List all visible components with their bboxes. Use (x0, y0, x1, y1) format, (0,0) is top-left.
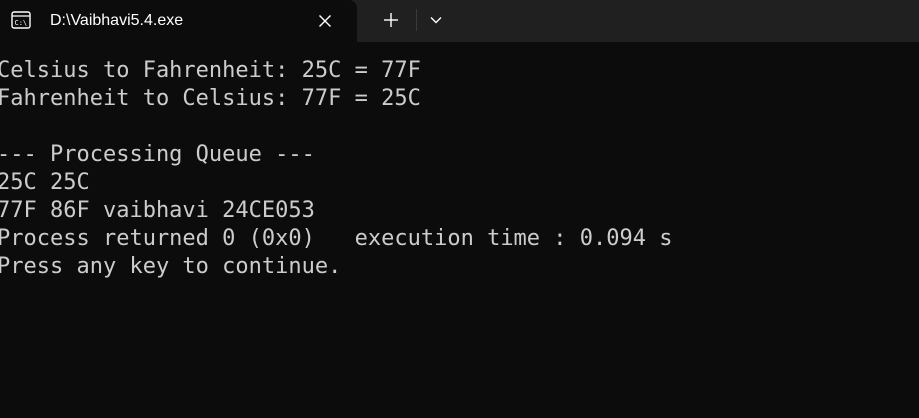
console-line: Process returned 0 (0x0) execution time … (0, 226, 673, 251)
terminal-window: C:\ D:\Vaibhavi5.4.exe Celsius to Fahren… (0, 0, 919, 418)
tab-title: D:\Vaibhavi5.4.exe (50, 12, 184, 29)
chevron-down-icon (430, 17, 442, 24)
console-line: 77F 86F vaibhavi 24CE053 (0, 198, 315, 223)
console-line: --- Processing Queue --- (0, 142, 315, 167)
console-icon: C:\ (11, 11, 31, 29)
console-line: 25C 25C (0, 170, 90, 195)
console-line: Fahrenheit to Celsius: 77F = 25C (0, 86, 421, 111)
new-tab-button[interactable] (375, 5, 407, 35)
svg-text:C:\: C:\ (15, 19, 28, 27)
plus-icon (384, 13, 398, 27)
close-tab-button[interactable] (311, 7, 339, 35)
tab-dropdown-button[interactable] (422, 5, 450, 35)
tab-separator (416, 9, 417, 31)
title-bar: C:\ D:\Vaibhavi5.4.exe (0, 0, 919, 42)
console-output[interactable]: Celsius to Fahrenheit: 25C = 77F Fahrenh… (0, 42, 919, 418)
console-line: Celsius to Fahrenheit: 25C = 77F (0, 58, 421, 83)
active-tab[interactable]: C:\ D:\Vaibhavi5.4.exe (0, 0, 357, 42)
console-line: Press any key to continue. (0, 254, 342, 279)
close-icon (319, 15, 331, 27)
